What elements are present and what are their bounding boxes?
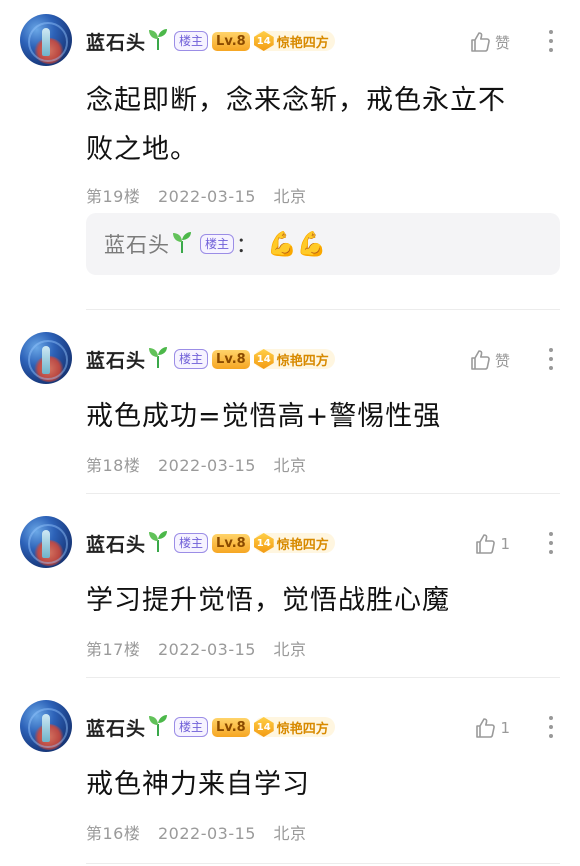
like-count: 1 xyxy=(500,719,510,737)
thumbs-up-icon xyxy=(476,718,496,738)
username[interactable]: 蓝石头 xyxy=(86,28,146,55)
post-location: 北京 xyxy=(273,824,307,843)
post-date: 2022-03-15 xyxy=(157,640,256,659)
post-date: 2022-03-15 xyxy=(157,456,256,475)
fan-badge: 14 惊艳四方 xyxy=(253,31,335,51)
owner-badge: 楼主 xyxy=(174,349,209,369)
reply-colon: ： xyxy=(236,233,258,257)
comment-content: 念起即断，念来念斩，戒色永立不 败之地。 xyxy=(86,76,556,174)
level-badge: Lv.8 xyxy=(212,31,250,51)
more-vertical-icon[interactable] xyxy=(548,30,554,54)
username[interactable]: 蓝石头 xyxy=(86,714,146,741)
fan-level-icon: 14 xyxy=(253,349,274,369)
sprout-icon xyxy=(172,230,192,258)
username[interactable]: 蓝石头 xyxy=(86,530,146,557)
post-location: 北京 xyxy=(273,187,307,206)
fan-level-icon: 14 xyxy=(253,31,274,51)
comment-item: 蓝石头 楼主 Lv.8 14 惊艳四方 赞 念起即断，念来念斩，戒色永立不 败之… xyxy=(0,0,580,310)
floor-number: 第17楼 xyxy=(86,640,141,659)
thumbs-up-icon xyxy=(476,534,496,554)
fan-badge: 14 惊艳四方 xyxy=(253,717,335,737)
like-button[interactable]: 1 xyxy=(473,716,510,740)
comment-text-line: 戒色成功=觉悟高+警惕性强 xyxy=(86,401,442,432)
comment-text-line: 戒色神力来自学习 xyxy=(86,769,310,800)
comment-item: 蓝石头 楼主 Lv.8 14 惊艳四方 1 戒色神力来自学习 第16楼 2022… xyxy=(0,686,580,866)
post-location: 北京 xyxy=(273,456,307,475)
avatar[interactable] xyxy=(20,516,72,568)
comment-item: 蓝石头 楼主 Lv.8 14 惊艳四方 1 学习提升觉悟，觉悟战胜心魔 第17楼… xyxy=(0,502,580,678)
fan-badge: 14 惊艳四方 xyxy=(253,533,335,553)
like-label: 赞 xyxy=(494,33,510,52)
more-vertical-icon[interactable] xyxy=(548,716,554,740)
divider xyxy=(86,863,560,864)
user-line: 蓝石头 楼主 Lv.8 14 惊艳四方 xyxy=(86,714,335,740)
more-vertical-icon[interactable] xyxy=(548,532,554,556)
floor-number: 第18楼 xyxy=(86,456,141,475)
reply-preview[interactable]: 蓝石头 楼主 ： 💪💪 xyxy=(86,213,560,275)
flexed-biceps-icon: 💪💪 xyxy=(267,230,327,258)
user-line: 蓝石头 楼主 Lv.8 14 惊艳四方 xyxy=(86,28,335,54)
comment-content: 学习提升觉悟，觉悟战胜心魔 xyxy=(86,576,556,625)
sprout-icon xyxy=(148,713,168,741)
floor-number: 第19楼 xyxy=(86,187,141,206)
like-button[interactable]: 赞 xyxy=(468,348,510,372)
fan-badge: 14 惊艳四方 xyxy=(253,349,335,369)
comment-text-line: 念起即断，念来念斩，戒色永立不 xyxy=(86,85,506,116)
comment-meta: 第17楼 2022-03-15 北京 xyxy=(86,636,319,660)
thumbs-up-icon xyxy=(471,350,490,370)
fan-level-icon: 14 xyxy=(253,717,274,737)
comment-text-line: 败之地。 xyxy=(86,134,198,165)
fan-title: 惊艳四方 xyxy=(276,537,329,553)
floor-number: 第16楼 xyxy=(86,824,141,843)
comment-item: 蓝石头 楼主 Lv.8 14 惊艳四方 赞 戒色成功=觉悟高+警惕性强 第18楼… xyxy=(0,318,580,494)
like-count: 1 xyxy=(500,535,510,553)
level-badge: Lv.8 xyxy=(212,533,250,553)
owner-badge: 楼主 xyxy=(174,533,209,553)
fan-title: 惊艳四方 xyxy=(276,353,329,369)
divider xyxy=(86,309,560,310)
comment-content: 戒色成功=觉悟高+警惕性强 xyxy=(86,392,556,441)
divider xyxy=(86,493,560,494)
comment-meta: 第19楼 2022-03-15 北京 xyxy=(86,183,319,207)
like-label: 赞 xyxy=(494,351,510,370)
owner-badge: 楼主 xyxy=(174,31,209,51)
more-vertical-icon[interactable] xyxy=(548,348,554,372)
fan-title: 惊艳四方 xyxy=(276,721,329,737)
sprout-icon xyxy=(148,27,168,55)
comment-text-line: 学习提升觉悟，觉悟战胜心魔 xyxy=(86,585,450,616)
post-location: 北京 xyxy=(273,640,307,659)
avatar[interactable] xyxy=(20,700,72,752)
avatar[interactable] xyxy=(20,332,72,384)
owner-badge: 楼主 xyxy=(200,234,235,254)
comment-meta: 第16楼 2022-03-15 北京 xyxy=(86,820,319,844)
user-line: 蓝石头 楼主 Lv.8 14 惊艳四方 xyxy=(86,346,335,372)
fan-title: 惊艳四方 xyxy=(276,35,329,51)
comment-meta: 第18楼 2022-03-15 北京 xyxy=(86,452,319,476)
level-badge: Lv.8 xyxy=(212,717,250,737)
owner-badge: 楼主 xyxy=(174,717,209,737)
avatar[interactable] xyxy=(20,14,72,66)
like-button[interactable]: 赞 xyxy=(468,30,510,54)
like-button[interactable]: 1 xyxy=(473,532,510,556)
reply-username[interactable]: 蓝石头 xyxy=(104,229,170,259)
sprout-icon xyxy=(148,529,168,557)
level-badge: Lv.8 xyxy=(212,349,250,369)
fan-level-icon: 14 xyxy=(253,533,274,553)
comment-content: 戒色神力来自学习 xyxy=(86,760,556,809)
sprout-icon xyxy=(148,345,168,373)
post-date: 2022-03-15 xyxy=(157,824,256,843)
thumbs-up-icon xyxy=(471,32,490,52)
divider xyxy=(86,677,560,678)
username[interactable]: 蓝石头 xyxy=(86,346,146,373)
post-date: 2022-03-15 xyxy=(157,187,256,206)
user-line: 蓝石头 楼主 Lv.8 14 惊艳四方 xyxy=(86,530,335,556)
